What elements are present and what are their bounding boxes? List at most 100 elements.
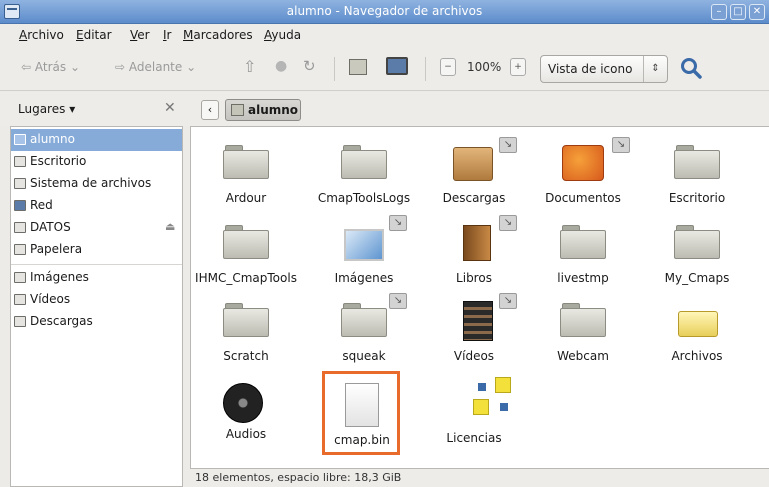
link-arrow-icon: ↘: [389, 293, 407, 309]
folder-icon: [14, 272, 26, 283]
menu-bar: Archivo Editar Ver Ir Marcadores Ayuda: [0, 24, 769, 47]
sidebar-item-red[interactable]: Red: [11, 195, 182, 217]
title-bar: alumno - Navegador de archivos – □ ✕: [0, 0, 769, 24]
file-item-archivos[interactable]: Archivos: [642, 303, 752, 373]
link-arrow-icon: ↘: [612, 137, 630, 153]
folder-icon: [341, 303, 387, 337]
file-item-ardour[interactable]: Ardour: [191, 145, 301, 215]
minimize-button[interactable]: –: [711, 4, 727, 20]
search-icon[interactable]: [680, 57, 702, 79]
computer-icon[interactable]: [386, 57, 408, 75]
sidebar-item-escritorio[interactable]: Escritorio: [11, 151, 182, 173]
file-item-webcam[interactable]: Webcam: [528, 303, 638, 373]
status-text: 18 elementos, espacio libre: 18,3 GiB: [195, 471, 402, 484]
folder-icon: [14, 294, 26, 305]
spin-arrows-icon: ⇕: [643, 56, 667, 82]
sidebar-divider: [11, 264, 182, 265]
back-arrow-icon: ⇦: [21, 60, 32, 74]
link-arrow-icon: ↘: [499, 293, 517, 309]
toolbar-separator: [334, 57, 335, 81]
file-item-squeak[interactable]: ↘ squeak: [309, 293, 419, 363]
file-item-my-cmaps[interactable]: My_Cmaps: [642, 225, 752, 295]
file-item-libros[interactable]: ↘ Libros: [419, 215, 529, 285]
stop-icon[interactable]: ●: [275, 58, 287, 74]
menu-ayuda[interactable]: Ayuda: [264, 28, 301, 42]
file-item-descargas[interactable]: ↘ Descargas: [419, 137, 529, 207]
file-icon-view[interactable]: Ardour CmapToolsLogs ↘ Descargas ↘ Docum…: [190, 126, 769, 469]
menu-ver[interactable]: Ver: [130, 28, 150, 42]
file-item-imagenes[interactable]: ↘ Imágenes: [309, 215, 419, 285]
home-folder-icon: [231, 104, 244, 116]
sidebar-item-videos[interactable]: Vídeos: [11, 289, 182, 311]
sidebar-header: Lugares ▾ ✕: [0, 92, 190, 126]
home-icon[interactable]: [349, 59, 367, 75]
license-file-icon: [473, 377, 511, 421]
view-mode-select[interactable]: Vista de icono ⇕: [540, 55, 668, 83]
sidebar-item-sistema-de-archivos[interactable]: Sistema de archivos: [11, 173, 182, 195]
reload-icon[interactable]: ↻: [303, 57, 316, 75]
home-folder-icon: [14, 134, 26, 145]
menu-archivo[interactable]: Archivo: [19, 28, 64, 42]
file-item-escritorio[interactable]: Escritorio: [642, 145, 752, 215]
documents-folder-icon: [562, 145, 604, 181]
link-arrow-icon: ↘: [499, 215, 517, 231]
music-folder-icon: [223, 383, 263, 423]
folder-icon: [14, 316, 26, 327]
selection-highlight-box: [322, 371, 400, 455]
sidebar: alumno Escritorio Sistema de archivos Re…: [10, 126, 183, 487]
open-folder-icon: [678, 311, 718, 337]
breadcrumb-alumno[interactable]: alumno: [225, 99, 301, 121]
folder-icon: [560, 303, 606, 337]
file-item-ihmc-cmaptools[interactable]: IHMC_CmapTools: [191, 225, 301, 295]
places-dropdown[interactable]: Lugares ▾: [18, 102, 75, 116]
sidebar-item-descargas[interactable]: Descargas: [11, 311, 182, 333]
file-item-videos[interactable]: ↘ Vídeos: [419, 293, 529, 363]
desktop-folder-icon: [674, 145, 720, 179]
chevron-down-icon: ⌄: [69, 60, 81, 74]
view-mode-value: Vista de icono: [548, 62, 633, 76]
link-arrow-icon: ↘: [389, 215, 407, 231]
sidebar-item-alumno[interactable]: alumno: [11, 129, 182, 151]
folder-icon: [560, 225, 606, 259]
up-arrow-icon[interactable]: ⇧: [243, 57, 256, 76]
sidebar-item-imagenes[interactable]: Imágenes: [11, 267, 182, 289]
link-arrow-icon: ↘: [499, 137, 517, 153]
menu-editar[interactable]: Editar: [76, 28, 112, 42]
sidebar-item-datos[interactable]: DATOS ⏏: [11, 217, 182, 239]
file-item-licencias[interactable]: Licencias: [419, 377, 529, 447]
eject-icon[interactable]: ⏏: [165, 220, 175, 233]
folder-icon: [674, 225, 720, 259]
close-button[interactable]: ✕: [749, 4, 765, 20]
maximize-button[interactable]: □: [730, 4, 746, 20]
forward-arrow-icon: ⇨: [115, 60, 126, 74]
zoom-level[interactable]: 100%: [467, 60, 501, 74]
back-button[interactable]: ⇦ Atrás ⌄: [21, 60, 80, 74]
file-item-scratch[interactable]: Scratch: [191, 303, 301, 373]
folder-icon: [223, 225, 269, 259]
close-sidebar-icon[interactable]: ✕: [164, 100, 176, 116]
pictures-folder-icon: [344, 229, 384, 261]
downloads-folder-icon: [453, 147, 493, 181]
zoom-out-button[interactable]: −: [440, 58, 456, 76]
desktop-folder-icon: [14, 156, 26, 167]
file-item-audios[interactable]: Audios: [191, 383, 301, 453]
drive-icon: [14, 222, 26, 233]
toolbar-separator: [425, 57, 426, 81]
zoom-in-button[interactable]: +: [510, 58, 526, 76]
sidebar-item-papelera[interactable]: Papelera: [11, 239, 182, 261]
menu-ir[interactable]: Ir: [163, 28, 171, 42]
forward-button[interactable]: ⇨ Adelante ⌄: [115, 60, 196, 74]
network-icon: [14, 200, 26, 211]
path-bar: ‹ alumno: [190, 92, 769, 126]
toolbar: ⇦ Atrás ⌄ ⇨ Adelante ⌄ ⇧ ● ↻ − 100% + Vi…: [0, 47, 769, 91]
videos-folder-icon: [463, 301, 493, 341]
path-back-button[interactable]: ‹: [201, 100, 219, 120]
file-item-livestmp[interactable]: livestmp: [528, 225, 638, 295]
file-item-documentos[interactable]: ↘ Documentos: [528, 137, 638, 207]
file-item-cmaptoolslogs[interactable]: CmapToolsLogs: [309, 145, 419, 215]
trash-icon: [14, 244, 26, 255]
menu-marcadores[interactable]: Marcadores: [183, 28, 253, 42]
chevron-down-icon: ⌄: [186, 60, 197, 74]
folder-icon: [341, 145, 387, 179]
chevron-down-icon: ▾: [69, 102, 76, 116]
